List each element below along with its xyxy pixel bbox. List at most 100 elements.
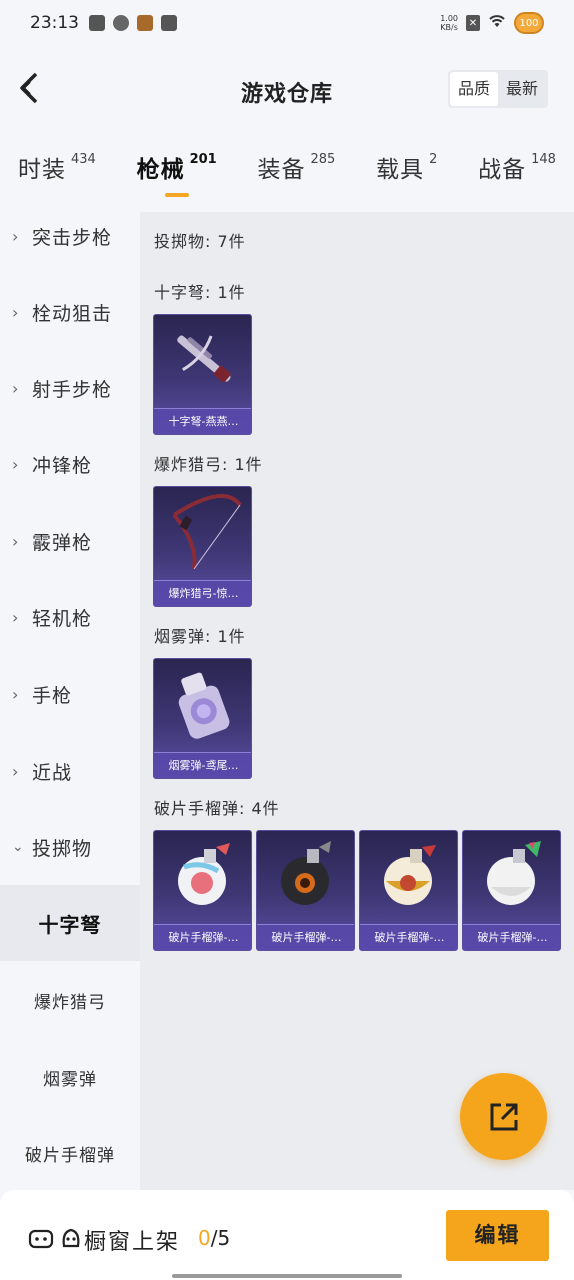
sidebar-subitem-smoke-grenade[interactable]: 烟雾弹	[0, 1039, 140, 1115]
chevron-right-icon: ›	[12, 378, 19, 398]
sidebar-item-shotgun[interactable]: › 霰弹枪	[0, 503, 140, 579]
tab-label: 战备	[478, 157, 527, 183]
sidebar-item-lmg[interactable]: › 轻机枪	[0, 579, 140, 655]
section-title-crossbow: 十字弩: 1件	[154, 283, 246, 302]
net-speed-unit: KB/s	[440, 23, 458, 32]
wifi-icon	[488, 14, 506, 32]
showcase-robot-icon	[28, 1229, 54, 1249]
tab-firearms[interactable]: 枪械 201	[137, 150, 217, 204]
chevron-right-icon: ›	[12, 684, 19, 704]
showcase-icons	[28, 1226, 82, 1250]
tab-count: 285	[310, 152, 336, 167]
sidebar-item-label: 近战	[32, 761, 73, 784]
sidebar-item-label: 突击步枪	[32, 226, 113, 249]
edit-button[interactable]: 编辑	[446, 1210, 549, 1261]
section-title-frag-grenade: 破片手榴弹: 4件	[154, 799, 280, 818]
sidebar-item-label: 十字弩	[38, 912, 102, 937]
sidebar-item-label: 烟雾弹	[43, 1069, 97, 1090]
item-grid-panel: 投掷物: 7件 十字弩: 1件 十字弩-燕燕… 爆炸猎弓: 1件 爆炸猎弓-惊……	[140, 212, 574, 1190]
sidebar-item-label: 手枪	[32, 684, 73, 707]
sidebar-subitem-explosive-bow[interactable]: 爆炸猎弓	[0, 962, 140, 1038]
tab-fashion[interactable]: 时装 434	[18, 150, 96, 204]
sidebar-item-label: 冲锋枪	[32, 454, 93, 477]
item-card[interactable]: 爆炸猎弓-惊…	[153, 486, 252, 607]
checklist-icon	[89, 15, 105, 31]
chevron-right-icon: ›	[12, 226, 19, 246]
weapon-category-sidebar: › 突击步枪 › 栓动狙击 › 射手步枪 › 冲锋枪 › 霰弹枪 › 轻机枪 ›…	[0, 212, 140, 1190]
no-sim-icon: ✕	[466, 15, 480, 31]
tab-count: 148	[531, 152, 556, 167]
active-tab-indicator	[164, 193, 189, 197]
showcase-label: 橱窗上架	[84, 1230, 181, 1255]
showcase-count: 0/5	[198, 1226, 230, 1250]
chevron-down-icon: ⌄	[12, 839, 24, 855]
item-card[interactable]: 破片手榴弹-…	[256, 830, 355, 951]
tab-count: 201	[189, 152, 217, 167]
chevron-right-icon: ›	[12, 302, 19, 322]
status-time: 23:13	[30, 13, 79, 33]
sidebar-item-label: 霰弹枪	[32, 531, 93, 554]
tab-vehicles[interactable]: 载具 2	[376, 150, 437, 204]
battery-icon: 100	[514, 12, 544, 34]
net-speed-value: 1.00	[440, 14, 458, 23]
chevron-right-icon: ›	[12, 454, 19, 474]
sidebar-item-smg[interactable]: › 冲锋枪	[0, 426, 140, 502]
sidebar-item-label: 爆炸猎弓	[34, 992, 106, 1013]
explosive-bow-skin-image	[172, 494, 242, 570]
item-name: 破片手榴弹-…	[154, 924, 251, 950]
sidebar-subitem-frag-grenade[interactable]: 破片手榴弹	[0, 1115, 140, 1191]
game-app-icon	[137, 15, 153, 31]
item-card[interactable]: 破片手榴弹-…	[462, 830, 561, 951]
sidebar-item-label: 投掷物	[32, 837, 93, 860]
showcase-face-icon	[62, 1228, 80, 1248]
item-card[interactable]: 破片手榴弹-…	[153, 830, 252, 951]
tab-equipment[interactable]: 装备 285	[258, 150, 336, 204]
tab-combat-gear[interactable]: 战备 148	[478, 150, 556, 204]
item-card[interactable]: 烟雾弹-鸢尾…	[153, 658, 252, 779]
notification-icons	[89, 15, 177, 31]
tab-label: 装备	[257, 157, 306, 183]
sidebar-item-assault-rifle[interactable]: › 突击步枪	[0, 198, 140, 274]
sidebar-item-label: 破片手榴弹	[25, 1145, 115, 1166]
sidebar-item-bolt-sniper[interactable]: › 栓动狙击	[0, 274, 140, 350]
sidebar-subitem-crossbow[interactable]: 十字弩	[0, 885, 140, 961]
sidebar-item-marksman-rifle[interactable]: › 射手步枪	[0, 350, 140, 426]
showcase-count-total: /5	[210, 1226, 231, 1250]
item-name: 破片手榴弹-…	[463, 924, 560, 950]
sort-toggle: 品质 最新	[447, 70, 548, 108]
sidebar-item-throwables[interactable]: ⌄ 投掷物	[0, 809, 140, 885]
sort-quality-button[interactable]: 品质	[449, 72, 498, 106]
frag-grenade-skin-image	[178, 843, 230, 905]
wechat-icon	[113, 15, 129, 31]
chevron-right-icon: ›	[12, 531, 19, 551]
sort-newest-button[interactable]: 最新	[498, 72, 546, 106]
tab-count: 2	[429, 152, 438, 167]
item-name: 破片手榴弹-…	[257, 924, 354, 950]
item-card[interactable]: 破片手榴弹-…	[359, 830, 458, 951]
item-name: 爆炸猎弓-惊…	[154, 580, 251, 606]
crossbow-skin-image	[177, 335, 231, 383]
sidebar-item-label: 射手步枪	[32, 378, 113, 401]
item-name: 烟雾弹-鸢尾…	[154, 752, 251, 778]
tab-label: 枪械	[136, 157, 185, 183]
header: 游戏仓库 品质 最新	[0, 46, 574, 136]
bottom-bar: 橱窗上架 0/5 编辑	[0, 1190, 574, 1280]
item-name: 十字弩-燕燕…	[154, 408, 251, 434]
mail-icon	[161, 15, 177, 31]
showcase-count-current: 0	[198, 1226, 211, 1250]
section-title-smoke-grenade: 烟雾弹: 1件	[154, 627, 246, 646]
sidebar-item-melee[interactable]: › 近战	[0, 733, 140, 809]
home-indicator[interactable]	[172, 1274, 402, 1278]
frag-grenade-skin-image	[487, 841, 541, 905]
tab-label: 时装	[18, 157, 66, 183]
share-fab-button[interactable]	[460, 1073, 547, 1160]
sidebar-item-pistol[interactable]: › 手枪	[0, 656, 140, 732]
status-bar: 23:13 1.00 KB/s ✕ 100	[0, 0, 574, 46]
frag-grenade-skin-image	[281, 841, 331, 905]
item-card[interactable]: 十字弩-燕燕…	[153, 314, 252, 435]
tab-count: 434	[71, 152, 96, 167]
smoke-grenade-skin-image	[178, 672, 230, 739]
tab-label: 载具	[376, 157, 425, 183]
frag-grenade-skin-image	[384, 845, 436, 905]
category-tabs: 时装 434 枪械 201 装备 285 载具 2 战备 148	[0, 150, 574, 204]
